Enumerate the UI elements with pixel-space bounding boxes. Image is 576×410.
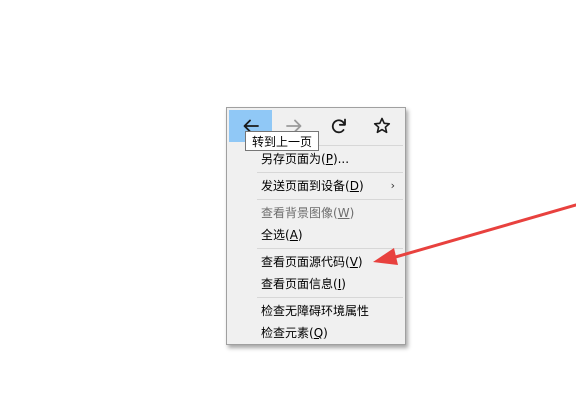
menu-item-suffix: ) — [349, 206, 355, 220]
menu-item-inspect-element[interactable]: 检查元素(Q) — [261, 323, 401, 343]
chevron-right-icon: › — [390, 179, 395, 192]
separator — [257, 172, 403, 173]
reload-icon — [331, 118, 346, 134]
menu-item-label: 检查无障碍环境属性 — [261, 304, 370, 318]
access-key: W — [337, 206, 350, 220]
separator — [257, 248, 403, 249]
menu-item-suffix: ) — [358, 179, 364, 193]
menu-item-select-all[interactable]: 全选(A) — [261, 225, 401, 245]
menu-item-label: 检查元素( — [261, 326, 314, 340]
menu-item-send-page-to-device[interactable]: 发送页面到设备(D) › — [261, 176, 401, 196]
access-key: P — [325, 152, 333, 166]
access-key: V — [349, 255, 358, 269]
separator — [257, 297, 403, 298]
menu-item-view-page-source[interactable]: 查看页面源代码(V) — [261, 252, 401, 272]
bookmark-button[interactable] — [360, 110, 403, 142]
menu-item-suffix: ) — [341, 277, 346, 291]
menu-item-save-page-as[interactable]: 另存页面为(P)... — [261, 149, 401, 169]
menu-item-label: 查看页面源代码( — [261, 255, 350, 269]
menu-item-suffix: ) — [297, 228, 303, 242]
menu-item-suffix: )... — [332, 152, 350, 166]
menu-item-suffix: ) — [323, 326, 328, 340]
reload-button[interactable] — [317, 110, 360, 142]
menu-item-view-background-image: 查看背景图像(W) — [261, 203, 401, 223]
access-key: D — [349, 179, 359, 193]
menu-item-inspect-accessibility[interactable]: 检查无障碍环境属性 — [261, 301, 401, 321]
menu-item-label: 另存页面为( — [261, 152, 326, 166]
access-key: A — [289, 228, 298, 242]
menu-item-label: 查看页面信息( — [261, 277, 338, 291]
menu-item-view-page-info[interactable]: 查看页面信息(I) — [261, 274, 401, 294]
menu-item-label: 查看背景图像( — [261, 206, 338, 220]
access-key: Q — [313, 326, 324, 340]
menu-item-label: 发送页面到设备( — [261, 179, 350, 193]
star-icon — [373, 117, 390, 134]
menu-item-label: 全选( — [261, 228, 290, 242]
separator — [257, 199, 403, 200]
back-tooltip: 转到上一页 — [245, 131, 320, 151]
menu-item-suffix: ) — [357, 255, 363, 269]
page: 另存页面为(P)... 发送页面到设备(D) › 查看背景图像(W) 全选(A)… — [0, 0, 576, 410]
